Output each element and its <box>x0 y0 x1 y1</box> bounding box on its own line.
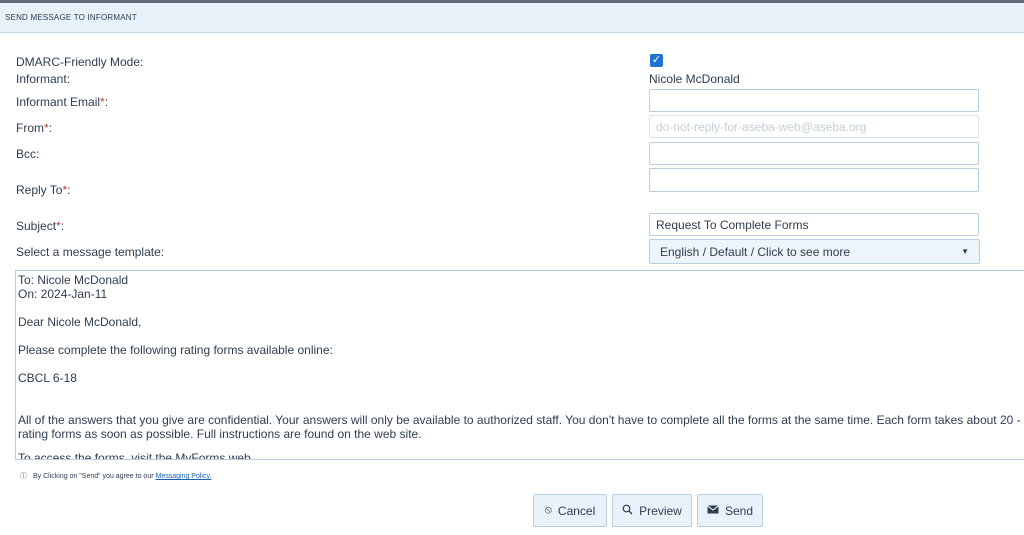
from-input[interactable] <box>649 115 979 138</box>
message-line: Dear Nicole McDonald, <box>18 315 142 329</box>
send-button[interactable]: Send <box>697 494 763 527</box>
dialog-header: SEND MESSAGE TO INFORMANT <box>0 3 1024 33</box>
cancel-circle-icon: ⦸ <box>544 504 552 516</box>
preview-button-label: Preview <box>639 503 682 518</box>
messaging-policy-link[interactable]: Messaging Policy. <box>155 473 211 480</box>
informant-label: Informant: <box>16 72 71 86</box>
template-select-value: English / Default / Click to see more <box>660 245 851 259</box>
reply-to-input[interactable] <box>649 168 979 192</box>
preview-button[interactable]: Preview <box>612 494 692 527</box>
envelope-icon <box>707 504 719 517</box>
template-select[interactable]: English / Default / Click to see more ▼ <box>649 239 980 264</box>
bcc-label: Bcc: <box>16 147 40 161</box>
cancel-button-label: Cancel <box>557 503 596 518</box>
message-line: rating forms as soon as possible. Full i… <box>18 427 422 441</box>
bcc-input[interactable] <box>649 142 979 165</box>
message-line: To: Nicole McDonald <box>18 273 129 287</box>
subject-label: Subject*: <box>16 219 65 233</box>
message-line: All of the answers that you give are con… <box>18 413 1024 427</box>
send-button-label: Send <box>724 503 754 518</box>
template-label: Select a message template: <box>16 245 165 259</box>
informant-value: Nicole McDonald <box>649 72 740 86</box>
info-icon: ⓘ <box>20 473 27 480</box>
reply-to-label: Reply To*: <box>16 183 71 197</box>
message-line: CBCL 6-18 <box>18 371 77 385</box>
subject-input[interactable] <box>649 213 979 236</box>
search-icon <box>622 504 633 518</box>
message-body[interactable]: To: Nicole McDonald On: 2024-Jan-11 Dear… <box>15 270 1024 460</box>
checkmark-icon: ✓ <box>651 54 662 66</box>
caret-down-icon: ▼ <box>961 247 969 256</box>
cancel-button[interactable]: ⦸ Cancel <box>533 494 607 527</box>
informant-email-label: Informant Email*: <box>16 95 109 109</box>
informant-email-input[interactable] <box>649 89 979 112</box>
policy-text: By Clicking on "Send" you agree to our <box>33 473 156 480</box>
message-line: To access the forms, visit the MyForms w… <box>18 451 251 460</box>
dialog-title: SEND MESSAGE TO INFORMANT <box>5 13 137 22</box>
from-label: From*: <box>16 121 53 135</box>
dmarc-label: DMARC-Friendly Mode: <box>16 55 144 69</box>
messaging-policy-note: ⓘ By Clicking on "Send" you agree to our … <box>20 471 211 481</box>
dmarc-checkbox[interactable]: ✓ <box>650 54 663 67</box>
message-line: Please complete the following rating for… <box>18 343 333 357</box>
message-line: On: 2024-Jan-11 <box>18 287 108 301</box>
